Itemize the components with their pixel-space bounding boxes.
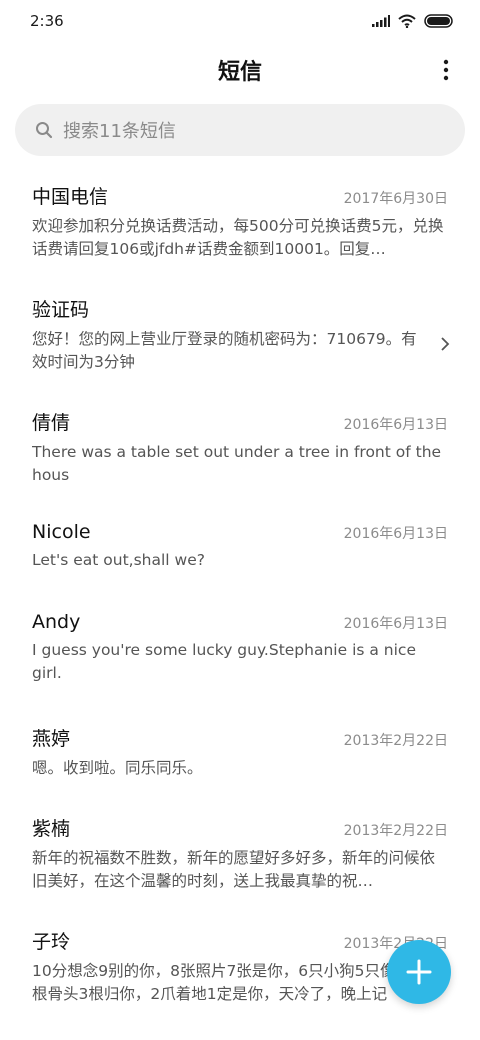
conversation-name: 紫楠 [32,818,71,840]
search-placeholder: 搜索11条短信 [63,121,176,142]
conversation-preview: I guess you're some lucky guy.Stephanie … [32,641,416,682]
conversation-date: 2017年6月30日 [343,191,448,207]
search-container: 搜索11条短信 [0,98,480,156]
status-time: 2:36 [30,12,64,30]
status-bar: 2:36 [0,0,480,42]
conversation-item[interactable]: Andy 2016年6月13日 I guess you're some luck… [0,611,480,724]
conversation-date: 2016年6月13日 [343,417,448,433]
more-vertical-icon [443,59,449,81]
conversation-name: 倩倩 [32,412,71,434]
conversation-item[interactable]: 中国电信 2017年6月30日 欢迎参加积分兑换话费活动，每500分可兑换话费5… [0,182,480,295]
conversation-preview: 您好！您的网上营业厅登录的随机密码为：710679。有效时间为3分钟 [32,330,417,371]
conversation-item[interactable]: 倩倩 2016年6月13日 There was a table set out … [0,408,480,521]
conversation-preview: 新年的祝福数不胜数，新年的愿望好多好多，新年的问候依旧美好，在这个温馨的时刻，送… [32,849,436,890]
conversation-preview: 嗯。收到啦。同乐同乐。 [32,759,203,777]
wifi-icon [398,14,416,28]
conversation-item[interactable]: Nicole 2016年6月13日 Let's eat out,shall we… [0,521,480,611]
conversation-preview: 欢迎参加积分兑换话费活动，每500分可兑换话费5元，兑换话费请回复106或jfd… [32,217,444,258]
plus-icon [406,959,432,985]
conversation-name: 验证码 [32,299,90,321]
conversation-name: 子玲 [32,931,71,953]
conversation-preview: Let's eat out,shall we? [32,551,205,569]
page-title: 短信 [217,60,262,85]
message-list: 中国电信 2017年6月30日 欢迎参加积分兑换话费活动，每500分可兑换话费5… [0,182,480,1027]
conversation-preview: There was a table set out under a tree i… [32,443,442,484]
conversation-date: 2016年6月13日 [343,616,448,632]
more-options-button[interactable] [438,56,454,84]
conversation-name: Andy [32,611,81,633]
conversation-item[interactable]: 验证码 您好！您的网上营业厅登录的随机密码为：710679。有效时间为3分钟 [0,295,480,408]
chevron-right-icon [441,337,450,351]
conversation-date: 2016年6月13日 [343,526,448,542]
search-input[interactable]: 搜索11条短信 [15,104,465,156]
conversation-name: 中国电信 [32,186,109,208]
conversation-preview: 10分想念9别的你，8张照片7张是你，6只小狗5只像你，4根骨头3根归你，2爪着… [32,962,437,1003]
conversation-name: Nicole [32,521,91,543]
conversation-date: 2013年2月22日 [343,733,448,749]
new-message-button[interactable] [387,940,451,1004]
signal-icon [372,15,390,27]
conversation-name: 燕婷 [32,728,71,750]
battery-icon [424,14,453,28]
search-icon [35,121,53,139]
conversation-item[interactable]: 紫楠 2013年2月22日 新年的祝福数不胜数，新年的愿望好多好多，新年的问候依… [0,814,480,927]
status-icons [372,14,454,28]
conversation-item[interactable]: 燕婷 2013年2月22日 嗯。收到啦。同乐同乐。 [0,724,480,814]
app-bar: 短信 [0,42,480,98]
conversation-date: 2013年2月22日 [343,823,448,839]
